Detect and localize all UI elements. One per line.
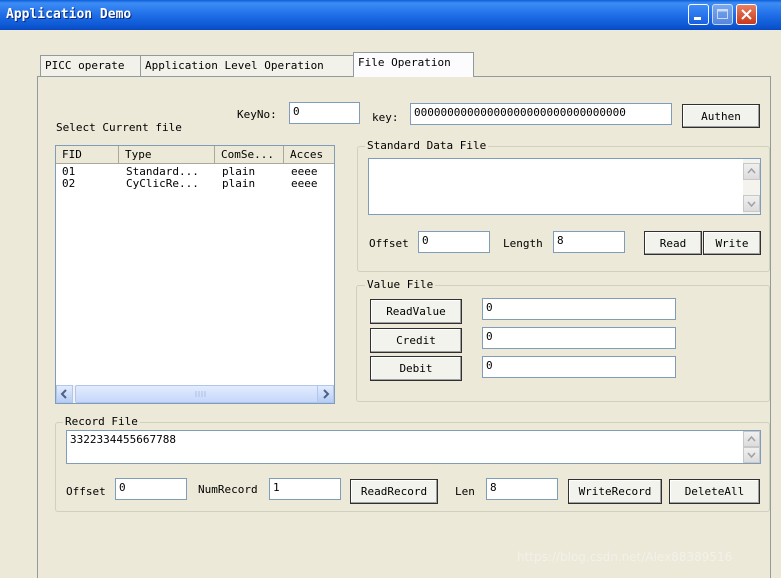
tab-application-level-operation[interactable]: Application Level Operation <box>140 55 354 76</box>
key-input[interactable]: 00000000000000000000000000000000 <box>410 103 672 125</box>
cell-comset: plain <box>222 177 256 190</box>
record-data-scrollbar[interactable] <box>743 431 760 463</box>
debit-button[interactable]: Debit <box>370 356 462 381</box>
maximize-button[interactable] <box>712 4 733 25</box>
keyno-label: KeyNo: <box>237 108 277 121</box>
sdf-length-label: Length <box>503 237 543 250</box>
tab-label: Application Level Operation <box>145 59 324 72</box>
application-window: Application Demo PICC operate Applicatio… <box>0 0 781 578</box>
record-offset-label: Offset <box>66 485 106 498</box>
chevron-up-icon <box>747 435 756 442</box>
close-button[interactable] <box>736 4 757 25</box>
deleteall-button[interactable]: DeleteAll <box>669 479 760 504</box>
column-header-fid[interactable]: FID <box>56 146 119 164</box>
minimize-icon <box>694 17 701 20</box>
read-button[interactable]: Read <box>644 231 702 255</box>
column-header-type[interactable]: Type <box>119 146 215 164</box>
chevron-down-icon <box>747 201 756 208</box>
watermark-text: https://blog.csdn.net/Alex88389516 <box>517 550 733 564</box>
credit-input[interactable]: 0 <box>482 327 676 349</box>
close-icon <box>741 9 752 20</box>
scroll-right-button[interactable] <box>317 385 334 403</box>
title-bar[interactable]: Application Demo <box>0 0 781 30</box>
numrecord-label: NumRecord <box>198 483 258 496</box>
minimize-button[interactable] <box>688 4 709 25</box>
tab-label: File Operation <box>358 56 451 69</box>
cell-fid: 02 <box>62 177 76 190</box>
record-data-textarea[interactable]: 3322334455667788 <box>66 430 761 464</box>
chevron-up-icon <box>747 167 756 174</box>
cell-access: eeee <box>291 177 318 190</box>
sdf-length-input[interactable]: 8 <box>553 231 625 253</box>
numrecord-input[interactable]: 1 <box>269 478 341 500</box>
value-file-title: Value File <box>365 278 436 291</box>
cell-type: CyClicRe... <box>126 177 199 190</box>
len-label: Len <box>455 485 475 498</box>
credit-button[interactable]: Credit <box>370 328 462 353</box>
scroll-thumb[interactable] <box>75 385 325 403</box>
readvalue-button[interactable]: ReadValue <box>370 299 462 324</box>
chevron-left-icon <box>60 389 67 399</box>
column-header-access[interactable]: Acces <box>284 146 334 164</box>
scroll-left-button[interactable] <box>56 385 73 403</box>
maximize-icon <box>717 9 728 19</box>
file-list[interactable]: FID Type ComSe... Acces 01 Standard... p… <box>55 145 335 404</box>
authen-button[interactable]: Authen <box>682 104 760 128</box>
record-offset-input[interactable]: 0 <box>115 478 187 500</box>
tab-picc-operate[interactable]: PICC operate <box>40 55 141 76</box>
horizontal-scrollbar[interactable] <box>56 385 334 403</box>
len-input[interactable]: 8 <box>486 478 558 500</box>
debit-input[interactable]: 0 <box>482 356 676 378</box>
scroll-up-button[interactable] <box>743 163 760 180</box>
write-button[interactable]: Write <box>703 231 761 255</box>
window-title: Application Demo <box>6 7 132 22</box>
keyno-input[interactable]: 0 <box>289 102 360 124</box>
sdf-offset-label: Offset <box>369 237 409 250</box>
record-file-title: Record File <box>63 415 140 428</box>
grip-icon <box>195 391 206 397</box>
chevron-down-icon <box>747 452 756 459</box>
readrecord-button[interactable]: ReadRecord <box>350 479 438 504</box>
chevron-right-icon <box>323 389 330 399</box>
key-label: key: <box>372 111 399 124</box>
scroll-down-button[interactable] <box>743 447 760 463</box>
scroll-down-button[interactable] <box>743 195 760 212</box>
standard-data-scrollbar[interactable] <box>743 159 760 214</box>
standard-data-textarea[interactable] <box>368 158 761 215</box>
writerecord-button[interactable]: WriteRecord <box>568 479 662 504</box>
tab-label: PICC operate <box>45 59 125 72</box>
readvalue-input[interactable]: 0 <box>482 298 676 320</box>
standard-data-file-title: Standard Data File <box>365 139 489 152</box>
column-header-comset[interactable]: ComSe... <box>215 146 284 164</box>
tab-file-operation[interactable]: File Operation <box>353 52 474 77</box>
select-current-file-label: Select Current file <box>56 121 182 134</box>
sdf-offset-input[interactable]: 0 <box>418 231 490 253</box>
scroll-up-button[interactable] <box>743 431 760 447</box>
